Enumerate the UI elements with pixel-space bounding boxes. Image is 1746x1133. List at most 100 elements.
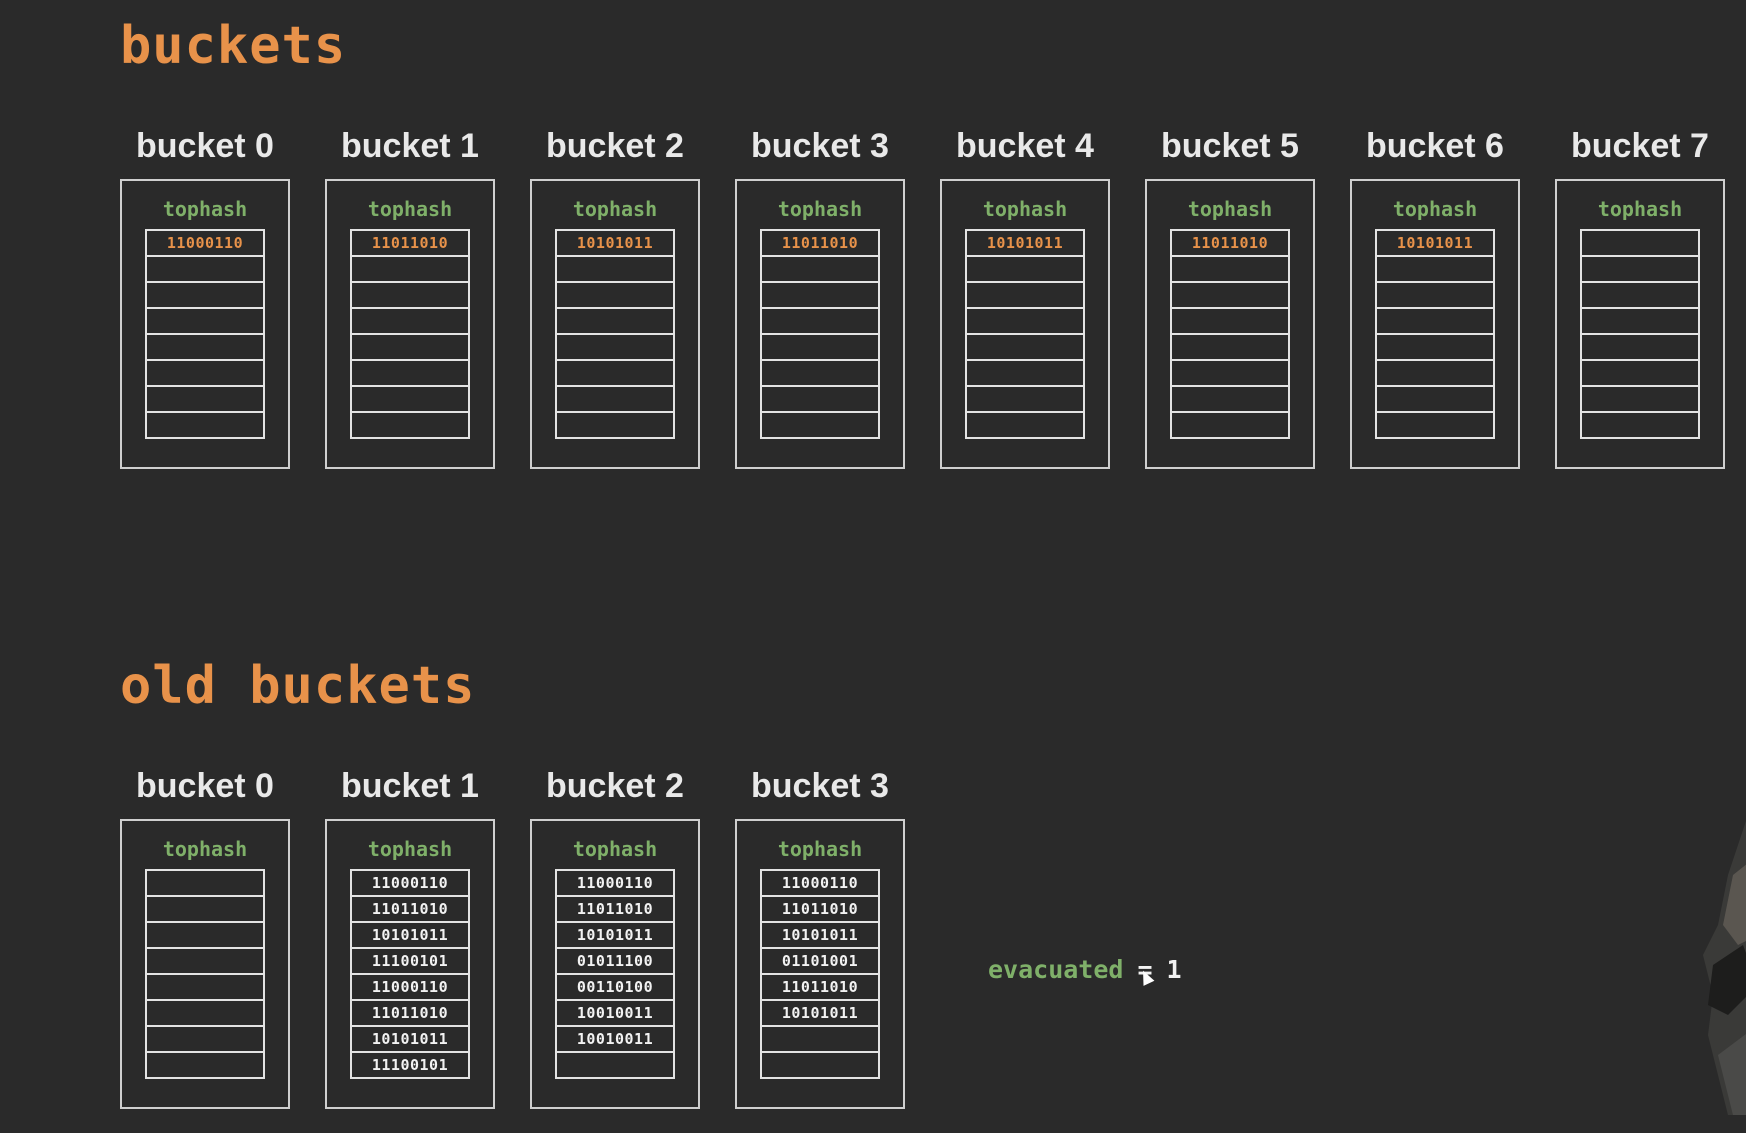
tophash-label: tophash — [982, 197, 1068, 221]
tophash-label: tophash — [1597, 197, 1683, 221]
tophash-slot — [147, 387, 263, 413]
tophash-slot: 11000110 — [762, 871, 878, 897]
bucket-label: bucket 3 — [751, 127, 889, 165]
tophash-slot — [147, 283, 263, 309]
tophash-slot: 10101011 — [967, 231, 1083, 257]
bucket-label: bucket 2 — [546, 127, 684, 165]
tophash-slot — [1377, 283, 1493, 309]
bucket-2: bucket 2 tophash 10101011 — [530, 125, 700, 469]
tophash-slot: 11100101 — [352, 949, 468, 975]
tophash-slot — [1377, 257, 1493, 283]
bucket-label: bucket 2 — [546, 767, 684, 805]
tophash-slot: 11000110 — [352, 871, 468, 897]
tophash-slot — [762, 309, 878, 335]
tophash-slot — [967, 283, 1083, 309]
tophash-slot — [147, 309, 263, 335]
tophash-slots: 11000110 11011010 10101011 11100101 11000110… — [350, 869, 470, 1079]
tophash-slot — [557, 257, 673, 283]
tophash-label: tophash — [572, 197, 658, 221]
tophash-slot — [1582, 231, 1698, 257]
old-bucket-2: bucket 2 tophash 11000110 11011010 10101011 0… — [530, 765, 700, 1109]
tophash-slot — [1172, 335, 1288, 361]
tophash-slot: 10101011 — [762, 923, 878, 949]
buckets-row: bucket 0 tophash 11000110 bucket 1 tophash 11… — [120, 125, 1725, 469]
tophash-slot — [1172, 257, 1288, 283]
tophash-slot — [147, 413, 263, 437]
tophash-slot — [967, 309, 1083, 335]
tophash-slot: 11011010 — [1172, 231, 1288, 257]
tophash-label: tophash — [367, 837, 453, 861]
tophash-slot: 11011010 — [762, 231, 878, 257]
tophash-slots: 11000110 11011010 10101011 01011100 00110100… — [555, 869, 675, 1079]
bucket-1: bucket 1 tophash 11011010 — [325, 125, 495, 469]
tophash-slot: 01101001 — [762, 949, 878, 975]
tophash-slot — [1377, 413, 1493, 437]
tophash-slot: 11000110 — [352, 975, 468, 1001]
tophash-slot: 11100101 — [371, 1056, 449, 1074]
tophash-slot: 11000110 — [557, 871, 673, 897]
bucket-5: bucket 5 tophash 11011010 — [1145, 125, 1315, 469]
tophash-slot — [967, 257, 1083, 283]
tophash-slot — [557, 283, 673, 309]
bucket-box: tophash 10101011 — [530, 179, 700, 469]
tophash-slot — [147, 335, 263, 361]
tophash-slot — [762, 361, 878, 387]
bucket-4: bucket 4 tophash 10101011 — [940, 125, 1110, 469]
tophash-slots — [1580, 229, 1700, 439]
tophash-slot — [1377, 361, 1493, 387]
tophash-slot — [557, 335, 673, 361]
tophash-slot: 10101011 — [352, 1027, 468, 1053]
tophash-slot — [762, 257, 878, 283]
old-bucket-1: bucket 1 tophash 11000110 11011010 10101011 1… — [325, 765, 495, 1109]
bucket-box: tophash — [1555, 179, 1725, 469]
tophash-label: tophash — [162, 837, 248, 861]
tophash-slot — [1582, 413, 1698, 437]
tophash-slot — [352, 335, 468, 361]
tophash-slot — [1172, 309, 1288, 335]
bucket-label: bucket 4 — [956, 127, 1094, 165]
tophash-label: tophash — [162, 197, 248, 221]
tophash-slot: 11011010 — [352, 231, 468, 257]
tophash-slot — [1172, 387, 1288, 413]
bucket-label: bucket 1 — [341, 767, 479, 805]
bucket-label: bucket 5 — [1161, 127, 1299, 165]
tophash-slot: 10010011 — [557, 1001, 673, 1027]
bucket-box: tophash 10101011 — [1350, 179, 1520, 469]
tophash-slots: 11011010 — [760, 229, 880, 439]
tophash-slot — [1582, 283, 1698, 309]
tophash-label: tophash — [367, 197, 453, 221]
tophash-slot: 10101011 — [352, 923, 468, 949]
tophash-slot — [352, 361, 468, 387]
tophash-slot: 10101011 — [557, 923, 673, 949]
bucket-box: tophash — [120, 819, 290, 1109]
tophash-slot — [147, 1001, 263, 1027]
tophash-slot — [352, 257, 468, 283]
tophash-slot: 11011010 — [557, 897, 673, 923]
old-bucket-0: bucket 0 tophash — [120, 765, 290, 1109]
tophash-slot — [147, 949, 263, 975]
tophash-label: tophash — [572, 837, 658, 861]
tophash-slot: 10101011 — [557, 231, 673, 257]
tophash-slot — [762, 335, 878, 361]
tophash-slots: 10101011 — [965, 229, 1085, 439]
tophash-slot — [967, 335, 1083, 361]
tophash-slots: 11011010 — [1170, 229, 1290, 439]
tophash-slot — [762, 1027, 878, 1053]
old-buckets-section-title: old buckets — [120, 656, 476, 716]
tophash-slot: 11011010 — [352, 1001, 468, 1027]
tophash-slot — [1172, 361, 1288, 387]
presenter-image — [1703, 821, 1746, 1115]
bucket-0: bucket 0 tophash 11000110 — [120, 125, 290, 469]
bucket-box: tophash 11011010 — [735, 179, 905, 469]
tophash-slot — [147, 1053, 263, 1077]
bucket-box: tophash 11011010 — [1145, 179, 1315, 469]
tophash-slot — [557, 387, 673, 413]
tophash-slot: 10101011 — [762, 1001, 878, 1027]
tophash-slots: 11011010 — [350, 229, 470, 439]
tophash-label: tophash — [777, 197, 863, 221]
tophash-slot — [352, 413, 468, 437]
tophash-slot — [1582, 257, 1698, 283]
tophash-slots: 11000110 — [145, 229, 265, 439]
tophash-slots: 10101011 — [1375, 229, 1495, 439]
tophash-slot — [147, 257, 263, 283]
